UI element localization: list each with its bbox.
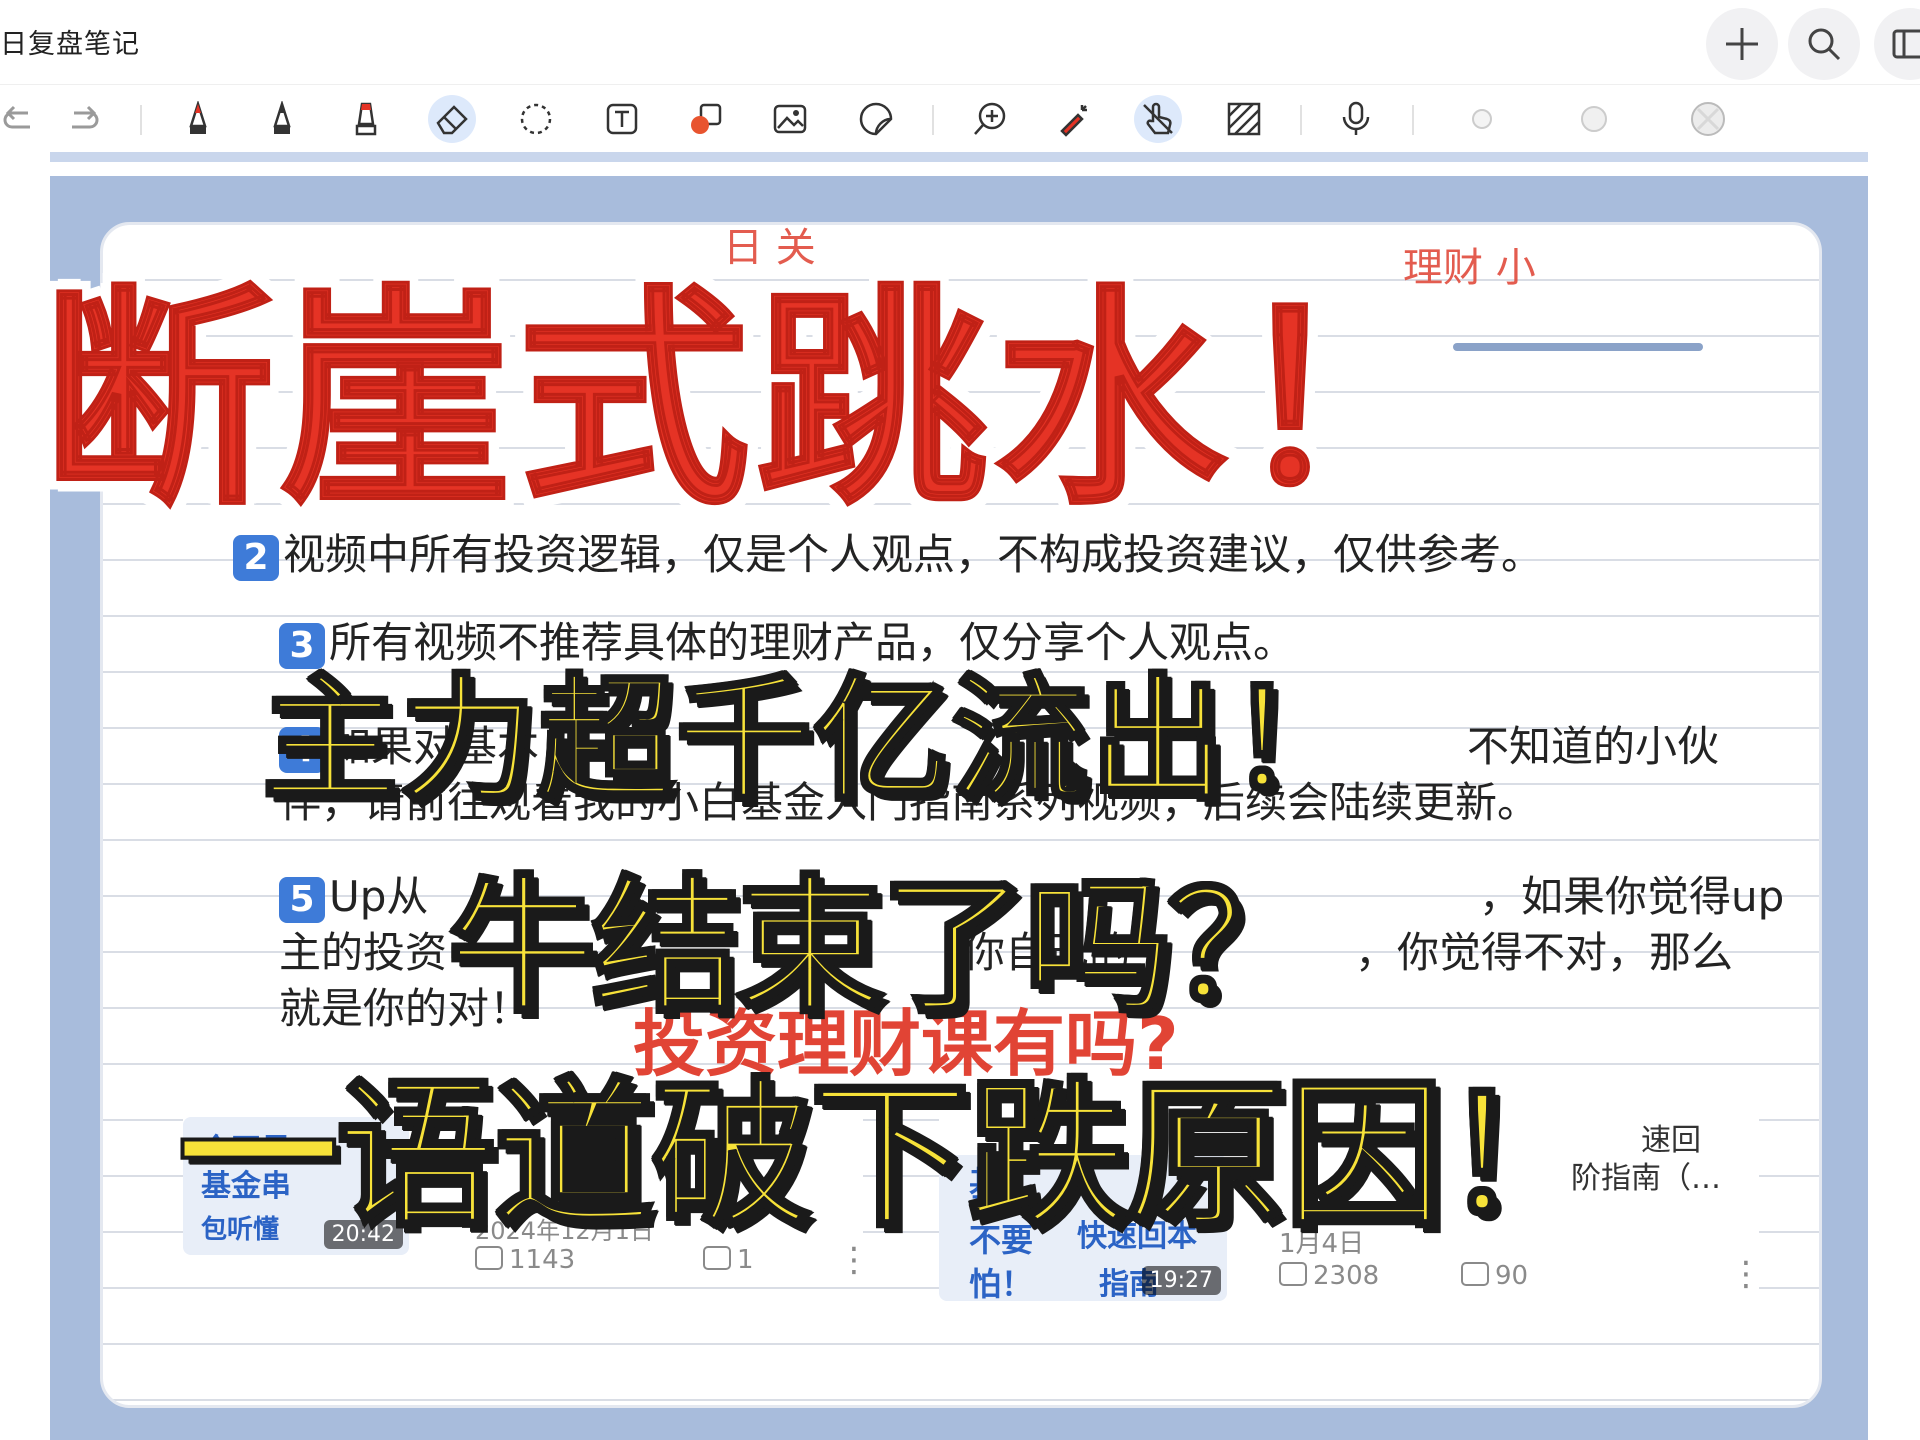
previous-page-edge (50, 152, 1868, 162)
fountain-pen-icon (273, 101, 291, 134)
headline-2: 主力超千亿流出！ (260, 660, 1366, 822)
eraser-tool[interactable] (428, 95, 476, 143)
laser-pointer-tool[interactable] (1050, 95, 1098, 143)
undo-button[interactable] (0, 95, 42, 143)
play-count-icon (1279, 1262, 1307, 1286)
thumbnail-caption: 怕！ (969, 1265, 1034, 1301)
toolbar-separator (140, 105, 142, 135)
color-swatch-1[interactable] (1458, 95, 1506, 143)
headline-main: 断崖式跳水！ (40, 265, 1471, 538)
search-button[interactable] (1788, 8, 1860, 80)
hand-touch-toggle[interactable] (1134, 95, 1182, 143)
laser-pointer-icon (1060, 105, 1087, 137)
shapes-icon (691, 103, 722, 134)
plus-icon (1726, 28, 1758, 60)
comment-icon (1461, 1262, 1489, 1286)
search-icon (1808, 28, 1841, 61)
note-item-5-line-1b: ，如果你觉得up (1479, 872, 1785, 921)
top-bar: 日复盘笔记 (0, 0, 1920, 84)
image-icon (773, 104, 807, 134)
lasso-icon (520, 103, 552, 135)
redo-button[interactable] (60, 95, 108, 143)
sticker-icon (859, 102, 893, 136)
note-item-5-line-2c: ，你觉得不对，那么 (1355, 928, 1734, 977)
highlighter-tool[interactable] (342, 95, 390, 143)
zoom-icon (974, 102, 1006, 135)
fountain-pen-tool[interactable] (258, 95, 306, 143)
shapes-tool[interactable] (682, 95, 730, 143)
zoom-tool[interactable] (966, 95, 1014, 143)
number-badge: 5 (279, 876, 325, 923)
redo-icon (72, 105, 99, 129)
color-dot-icon (1691, 102, 1725, 136)
sticker-tool[interactable] (852, 95, 900, 143)
highlighter-icon (355, 102, 377, 136)
document-title[interactable]: 日复盘笔记 (0, 22, 140, 61)
microphone-icon (1342, 101, 1370, 135)
headline-4: 一语道破下跌原因！ (176, 1060, 1604, 1251)
toolbar-separator (1300, 105, 1302, 135)
color-swatch-3[interactable] (1684, 95, 1732, 143)
lasso-tool[interactable] (512, 95, 560, 143)
toolbar-separator (932, 105, 934, 135)
headline-3: 牛结束了吗？ (446, 859, 1318, 1035)
add-page-button[interactable] (1706, 8, 1778, 80)
more-options-icon[interactable]: ⋮ (1729, 1257, 1763, 1291)
note-item-4-line-1b: 不知道的小伙 (1467, 722, 1720, 771)
text-box-icon (606, 103, 638, 135)
color-dot-icon (1581, 106, 1607, 132)
record-audio-button[interactable] (1332, 95, 1380, 143)
hatch-tool[interactable] (1220, 95, 1268, 143)
color-swatch-2[interactable] (1570, 95, 1618, 143)
pen-icon (189, 101, 207, 134)
hatch-icon (1227, 102, 1261, 136)
toolbar-separator (1412, 105, 1414, 135)
video-views: 2308 (1279, 1261, 1379, 1291)
highlight-stroke (1453, 343, 1703, 351)
sidebar-icon (1892, 29, 1920, 59)
note-item-5-line-1: 5 Up从 (279, 869, 428, 925)
note-item-5-line-2a: 主的投资 (279, 928, 448, 977)
video-comments: 90 (1461, 1261, 1528, 1291)
pen-tool[interactable] (174, 95, 222, 143)
eraser-icon (436, 105, 468, 135)
drawing-toolbar (0, 84, 1920, 153)
image-tool[interactable] (766, 95, 814, 143)
video-duration: 19:27 (1141, 1266, 1221, 1295)
color-dot-icon (1472, 109, 1492, 129)
undo-icon (3, 105, 30, 129)
sidebar-toggle-button[interactable] (1874, 8, 1920, 80)
text-box-tool[interactable] (598, 95, 646, 143)
hand-touch-icon (1143, 102, 1173, 135)
